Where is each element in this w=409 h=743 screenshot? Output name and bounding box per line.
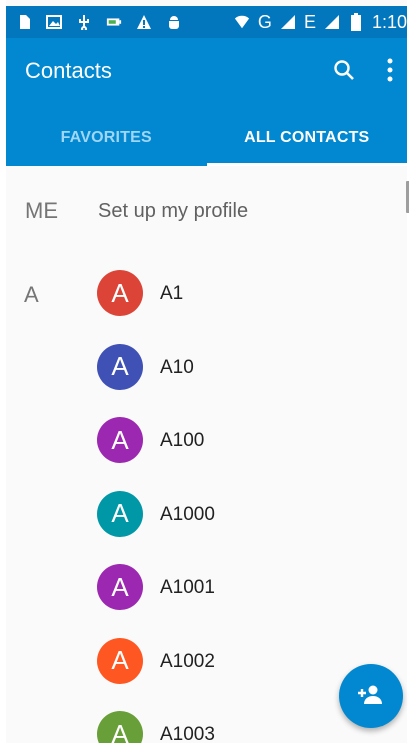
network-type-e: E (303, 11, 316, 32)
tab-all-contacts-label: ALL CONTACTS (244, 129, 370, 146)
add-contact-button[interactable] (339, 664, 403, 728)
contact-name: A1003 (160, 724, 215, 743)
status-bar: G E 1:10 (6, 6, 407, 38)
avatar: A (97, 270, 143, 316)
contact-name: A1000 (160, 503, 215, 525)
signal-icon-2 (324, 14, 340, 30)
sd-card-icon (16, 14, 32, 30)
search-icon[interactable] (330, 56, 358, 84)
status-indicators: G E 1:10 (234, 11, 407, 33)
avatar: A (97, 564, 143, 610)
contact-name: A1 (160, 283, 184, 304)
tab-favorites-label: FAVORITES (60, 129, 152, 146)
contact-name: A1002 (160, 650, 215, 672)
contact-row[interactable]: A A1 (6, 257, 407, 329)
contact-name: A1001 (160, 577, 215, 598)
setup-profile-text: Set up my profile (98, 200, 249, 222)
battery-saver-icon (106, 14, 122, 30)
wifi-icon (234, 14, 250, 30)
avatar: A (97, 637, 143, 684)
contact-list[interactable]: ME Set up my profile A A A1 A A10 A A100 A A100… (6, 166, 409, 743)
add-person-icon (358, 684, 384, 709)
network-type-g: G (257, 11, 272, 32)
contact-name: A10 (160, 356, 194, 378)
warning-icon (136, 14, 152, 30)
me-label: ME (25, 198, 58, 223)
me-profile-row[interactable]: ME Set up my profile (6, 186, 407, 234)
app-screen: G E 1:10 Contacts FAVORITES ALL CONTACTS… (0, 0, 409, 743)
tab-all-contacts[interactable]: ALL CONTACTS (206, 110, 407, 166)
usb-icon (76, 14, 92, 30)
tab-favorites[interactable]: FAVORITES (6, 110, 207, 166)
battery-icon (348, 13, 364, 31)
page-title: Contacts (25, 58, 112, 83)
status-time: 1:10 (371, 11, 407, 32)
signal-icon (280, 14, 296, 30)
avatar: A (97, 343, 143, 390)
avatar: A (97, 417, 143, 463)
app-toolbar: Contacts FAVORITES ALL CONTACTS (6, 38, 407, 166)
status-notifications (16, 12, 182, 32)
more-vert-icon[interactable] (376, 56, 404, 84)
contact-row[interactable]: A A1000 (6, 478, 407, 550)
tab-bar: FAVORITES ALL CONTACTS (6, 110, 407, 166)
avatar: A (97, 711, 143, 743)
android-debug-icon (166, 14, 182, 30)
contact-row[interactable]: A A100 (6, 404, 407, 476)
contact-row[interactable]: A A10 (6, 331, 407, 403)
avatar: A (97, 490, 143, 537)
contact-name: A100 (160, 430, 205, 451)
image-icon (46, 14, 62, 30)
contact-row[interactable]: A A1001 (6, 551, 407, 623)
